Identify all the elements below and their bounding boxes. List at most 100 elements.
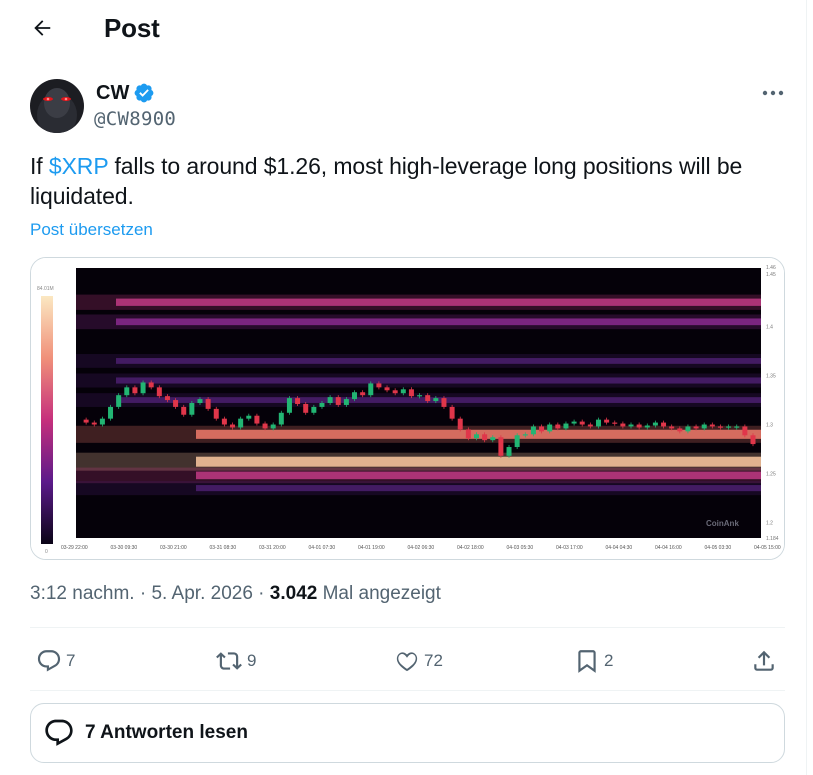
avatar[interactable] bbox=[30, 79, 84, 133]
back-button[interactable] bbox=[28, 14, 56, 42]
candle bbox=[262, 423, 268, 429]
colorbar bbox=[41, 296, 53, 544]
bookmark-button[interactable]: 2 bbox=[574, 648, 613, 674]
liquidation-band bbox=[196, 456, 761, 467]
cashtag-link[interactable]: $XRP bbox=[49, 153, 108, 179]
candle bbox=[604, 419, 610, 423]
post-date[interactable]: 5. Apr. 2026 bbox=[151, 583, 252, 604]
candle bbox=[311, 406, 317, 413]
liquidation-band bbox=[116, 377, 761, 384]
candle bbox=[140, 382, 146, 394]
like-button[interactable]: 72 bbox=[394, 648, 443, 674]
liquidation-band bbox=[116, 298, 761, 306]
top-header: Post bbox=[0, 0, 806, 56]
reply-icon bbox=[37, 650, 61, 672]
chart-image[interactable]: 84.01M 0 03-29 22:00 03-30 09:30 03-30 21:… bbox=[30, 257, 785, 560]
reply-count: 7 bbox=[66, 651, 76, 670]
candle bbox=[433, 398, 439, 402]
candle bbox=[506, 447, 512, 456]
candle bbox=[173, 400, 179, 407]
candle bbox=[213, 408, 219, 419]
reply-icon bbox=[45, 719, 73, 746]
like-count: 72 bbox=[424, 651, 443, 670]
more-options-icon[interactable] bbox=[760, 88, 786, 98]
tweet-text-part: falls to around $1.26, most high-leverag… bbox=[30, 153, 743, 209]
candle bbox=[303, 403, 309, 413]
candle bbox=[238, 418, 244, 428]
watermark: CoinAnk bbox=[706, 519, 739, 528]
author-handle[interactable]: @CW8900 bbox=[94, 108, 176, 130]
candle bbox=[400, 389, 406, 394]
repost-count: 9 bbox=[247, 651, 257, 670]
candle bbox=[327, 397, 333, 403]
arrow-left-icon bbox=[34, 20, 51, 36]
candle bbox=[571, 421, 577, 424]
candle bbox=[319, 403, 325, 407]
repost-icon bbox=[216, 652, 242, 670]
reply-button[interactable]: 7 bbox=[36, 648, 75, 674]
column-divider bbox=[806, 0, 807, 775]
share-icon bbox=[754, 650, 774, 671]
repost-button[interactable]: 9 bbox=[215, 648, 256, 674]
candle bbox=[449, 406, 455, 419]
candle bbox=[522, 434, 528, 436]
candle bbox=[669, 426, 675, 429]
candle bbox=[693, 426, 699, 429]
heart-icon bbox=[396, 652, 418, 672]
candle bbox=[547, 424, 553, 432]
x-tick-label: 03-29 22:00 bbox=[61, 545, 88, 551]
candle bbox=[587, 424, 593, 427]
y-tick-label: 1.2 bbox=[766, 520, 773, 526]
candle bbox=[701, 424, 707, 429]
tweet-text: If $XRP falls to around $1.26, most high… bbox=[30, 151, 780, 211]
candle bbox=[514, 435, 520, 448]
share-button[interactable] bbox=[751, 648, 777, 674]
candle bbox=[644, 425, 650, 428]
views-label: Mal angezeigt bbox=[322, 583, 441, 604]
candle bbox=[246, 415, 252, 419]
candle bbox=[677, 428, 683, 432]
y-tick-label: 1.45 bbox=[766, 272, 776, 278]
y-tick-label: 1.184 bbox=[766, 536, 779, 542]
candle bbox=[457, 418, 463, 430]
candle bbox=[465, 429, 471, 439]
candle bbox=[124, 387, 130, 396]
candle bbox=[368, 383, 374, 396]
candle bbox=[408, 389, 414, 397]
candle bbox=[709, 424, 715, 427]
bookmark-count: 2 bbox=[604, 651, 614, 670]
candle bbox=[376, 383, 382, 388]
candle bbox=[717, 426, 723, 428]
candle bbox=[685, 426, 691, 432]
candle bbox=[360, 392, 366, 396]
candle bbox=[490, 437, 496, 441]
candle bbox=[270, 424, 276, 429]
translate-link[interactable]: Post übersetzen bbox=[30, 220, 153, 240]
candle bbox=[473, 434, 479, 439]
candle bbox=[441, 398, 447, 407]
liquidation-band bbox=[196, 471, 761, 480]
read-replies-button[interactable]: 7 Antworten lesen bbox=[30, 703, 785, 763]
post-time[interactable]: 3:12 nachm. bbox=[30, 583, 135, 604]
liquidation-band bbox=[116, 397, 761, 403]
colorbar-min-label: 0 bbox=[45, 549, 48, 555]
liquidation-band bbox=[116, 318, 761, 326]
candle bbox=[221, 418, 227, 425]
candle bbox=[530, 426, 536, 435]
candle bbox=[563, 423, 569, 429]
x-tick-label: 04-04 16:00 bbox=[655, 545, 682, 551]
divider bbox=[30, 690, 785, 691]
candle bbox=[750, 435, 756, 445]
candle bbox=[352, 392, 358, 400]
author-name[interactable]: CW bbox=[96, 82, 129, 105]
x-tick-label: 04-01 19:00 bbox=[358, 545, 385, 551]
x-tick-label: 04-02 06:30 bbox=[408, 545, 435, 551]
y-tick-label: 1.4 bbox=[766, 325, 773, 331]
x-tick-label: 04-04 04:30 bbox=[606, 545, 633, 551]
candle bbox=[116, 395, 122, 407]
candle bbox=[181, 406, 187, 415]
candle bbox=[628, 424, 634, 427]
candle bbox=[579, 421, 585, 425]
candle bbox=[742, 426, 748, 436]
x-tick-label: 03-30 09:30 bbox=[111, 545, 138, 551]
